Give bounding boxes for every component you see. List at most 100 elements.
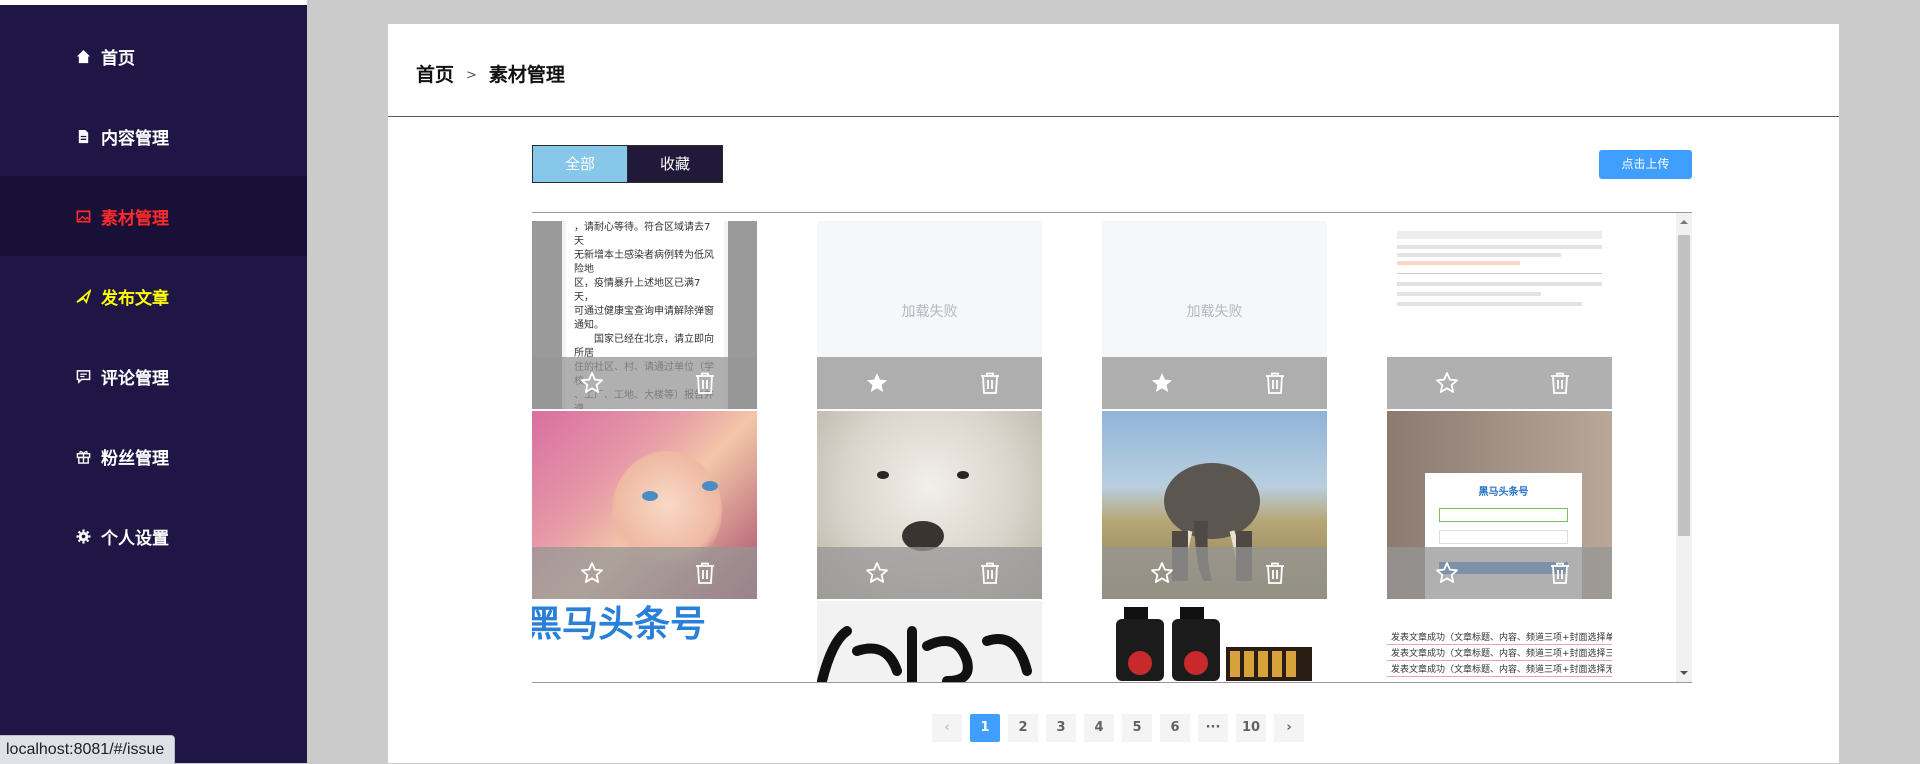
tile-action-bar [817, 357, 1042, 409]
sidebar-item-material[interactable]: 素材管理 [0, 176, 307, 256]
sidebar-item-label: 素材管理 [101, 209, 169, 229]
calligraphy-image [817, 626, 1032, 682]
sidebar: 首页 内容管理 素材管理 发布文章 评论管理 粉丝管理 个人设置 [0, 0, 307, 763]
sidebar-item-fans[interactable]: 粉丝管理 [0, 416, 307, 496]
text-lines-image: 发表文章成功（文章标题、内容、频道三项+封面选择单图） 发表文章成功（文章标题、内… [1387, 601, 1612, 677]
sidebar-item-label: 粉丝管理 [101, 449, 169, 469]
sidebar-item-publish[interactable]: 发布文章 [0, 256, 307, 336]
material-tile[interactable] [1387, 221, 1612, 409]
sidebar-item-label: 内容管理 [101, 129, 169, 149]
dog-eye [877, 471, 889, 479]
page-button[interactable]: 5 [1122, 714, 1152, 742]
page-button[interactable]: 6 [1160, 714, 1190, 742]
text-line: 发表文章成功（文章标题、内容、频道三项+封面选择单图） [1387, 629, 1612, 645]
trash-icon[interactable] [693, 561, 717, 585]
trash-icon[interactable] [1263, 561, 1287, 585]
screenshot-table-image [1397, 231, 1602, 361]
star-icon[interactable] [1435, 561, 1459, 585]
logo-text: 黑马头条号 [532, 604, 707, 645]
page-button[interactable]: 2 [1008, 714, 1038, 742]
breadcrumb-home[interactable]: 首页 [416, 64, 454, 86]
star-icon[interactable] [865, 371, 889, 395]
document-icon [78, 129, 89, 144]
send-icon [76, 289, 91, 304]
sidebar-item-comments[interactable]: 评论管理 [0, 336, 307, 416]
tab-favorites[interactable]: 收藏 [627, 146, 722, 182]
page-button[interactable]: 1 [970, 714, 1000, 742]
trash-icon[interactable] [1548, 561, 1572, 585]
main-card: 首页>素材管理 全部 收藏 点击上传 暂无 ，请耐心等待。符合区域请去7天无新增… [388, 24, 1839, 763]
tile-action-bar [817, 547, 1042, 599]
grid-scrollbar[interactable] [1676, 213, 1692, 682]
material-tile[interactable]: 加载失败 [1102, 221, 1327, 409]
status-url-bar: localhost:8081/#/issue [0, 735, 176, 764]
material-tile[interactable]: 黑马头条号 [1387, 411, 1612, 599]
material-tile[interactable]: 加载失败 [817, 221, 1042, 409]
document-line: 通知。 [574, 320, 604, 331]
material-tile[interactable] [817, 411, 1042, 599]
breadcrumb: 首页 > 素材管理 [416, 60, 565, 87]
gift-icon [76, 450, 91, 464]
trash-icon[interactable] [693, 371, 717, 395]
trash-icon[interactable] [1548, 371, 1572, 395]
breadcrumb-separator: > [466, 68, 477, 83]
material-tile[interactable] [532, 411, 757, 599]
image-icon [76, 210, 91, 223]
next-page-button[interactable]: › [1274, 714, 1304, 742]
breadcrumb-current: 素材管理 [488, 64, 565, 86]
star-icon[interactable] [1435, 371, 1459, 395]
material-tile[interactable] [817, 601, 1042, 682]
material-tile[interactable]: 黑马头条号 [532, 601, 757, 682]
tile-action-bar [1102, 357, 1327, 409]
prev-page-button[interactable]: ‹ [932, 714, 962, 742]
upload-button[interactable]: 点击上传 [1599, 150, 1692, 179]
tab-all[interactable]: 全部 [533, 146, 627, 182]
portrait-eye [702, 481, 718, 491]
material-grid: ，请耐心等待。符合区域请去7天 无新增本土感染者病例转为低风险地 区，疫情暴升上述地… [532, 212, 1692, 683]
sidebar-item-home[interactable]: 首页 [0, 16, 307, 96]
text-line: 发表文章成功（文章标题、内容、频道三项+封面选择三图） [1387, 645, 1612, 661]
star-icon[interactable] [580, 561, 604, 585]
sidebar-item-content[interactable]: 内容管理 [0, 96, 307, 176]
star-icon[interactable] [580, 371, 604, 395]
scroll-down-arrow-icon[interactable] [1679, 668, 1689, 678]
portrait-eye [642, 491, 658, 501]
material-tile[interactable] [1102, 411, 1327, 599]
sidebar-item-label: 发布文章 [101, 289, 169, 309]
material-tile[interactable]: ，请耐心等待。符合区域请去7天 无新增本土感染者病例转为低风险地 区，疫情暴升上述地… [532, 221, 757, 409]
document-line: 可通过健康宝查询申请解除弹窗 [574, 306, 714, 317]
login-box-title: 黑马头条号 [1478, 487, 1529, 498]
star-icon[interactable] [1150, 561, 1174, 585]
page-button[interactable]: 4 [1084, 714, 1114, 742]
material-filter-tabs: 全部 收藏 [532, 145, 723, 183]
sidebar-item-label: 个人设置 [101, 529, 169, 549]
page-button[interactable]: 10 [1236, 714, 1266, 742]
load-failed-text: 加载失败 [1186, 304, 1243, 320]
star-icon[interactable] [1150, 371, 1174, 395]
text-line: 发表文章成功（文章标题、内容、频道三项+封面选择无图） [1387, 661, 1612, 677]
tile-action-bar [532, 357, 757, 409]
shampoo-image [1116, 607, 1312, 681]
home-icon [76, 49, 91, 64]
document-line: ，请耐心等待。符合区域请去7天 [574, 222, 711, 247]
material-tile[interactable] [1102, 601, 1327, 682]
tile-action-bar [1387, 357, 1612, 409]
scrollbar-thumb[interactable] [1678, 235, 1690, 536]
sidebar-item-settings[interactable]: 个人设置 [0, 496, 307, 576]
gear-icon [76, 529, 91, 544]
tile-action-bar [1102, 547, 1327, 599]
load-failed-text: 加载失败 [901, 304, 958, 320]
document-line: 无新增本土感染者病例转为低风险地 [574, 250, 714, 275]
dog-eye [957, 471, 969, 479]
trash-icon[interactable] [1263, 371, 1287, 395]
scroll-up-arrow-icon[interactable] [1679, 217, 1689, 227]
trash-icon[interactable] [978, 371, 1002, 395]
comment-icon [76, 370, 91, 384]
document-line: 区，疫情暴升上述地区已满7天， [574, 278, 701, 303]
more-pages-ellipsis[interactable]: ··· [1198, 714, 1228, 742]
star-icon[interactable] [865, 561, 889, 585]
material-tile[interactable]: 发表文章成功（文章标题、内容、频道三项+封面选择单图） 发表文章成功（文章标题、内… [1387, 601, 1612, 682]
sidebar-top-line [0, 0, 307, 5]
trash-icon[interactable] [978, 561, 1002, 585]
page-button[interactable]: 3 [1046, 714, 1076, 742]
